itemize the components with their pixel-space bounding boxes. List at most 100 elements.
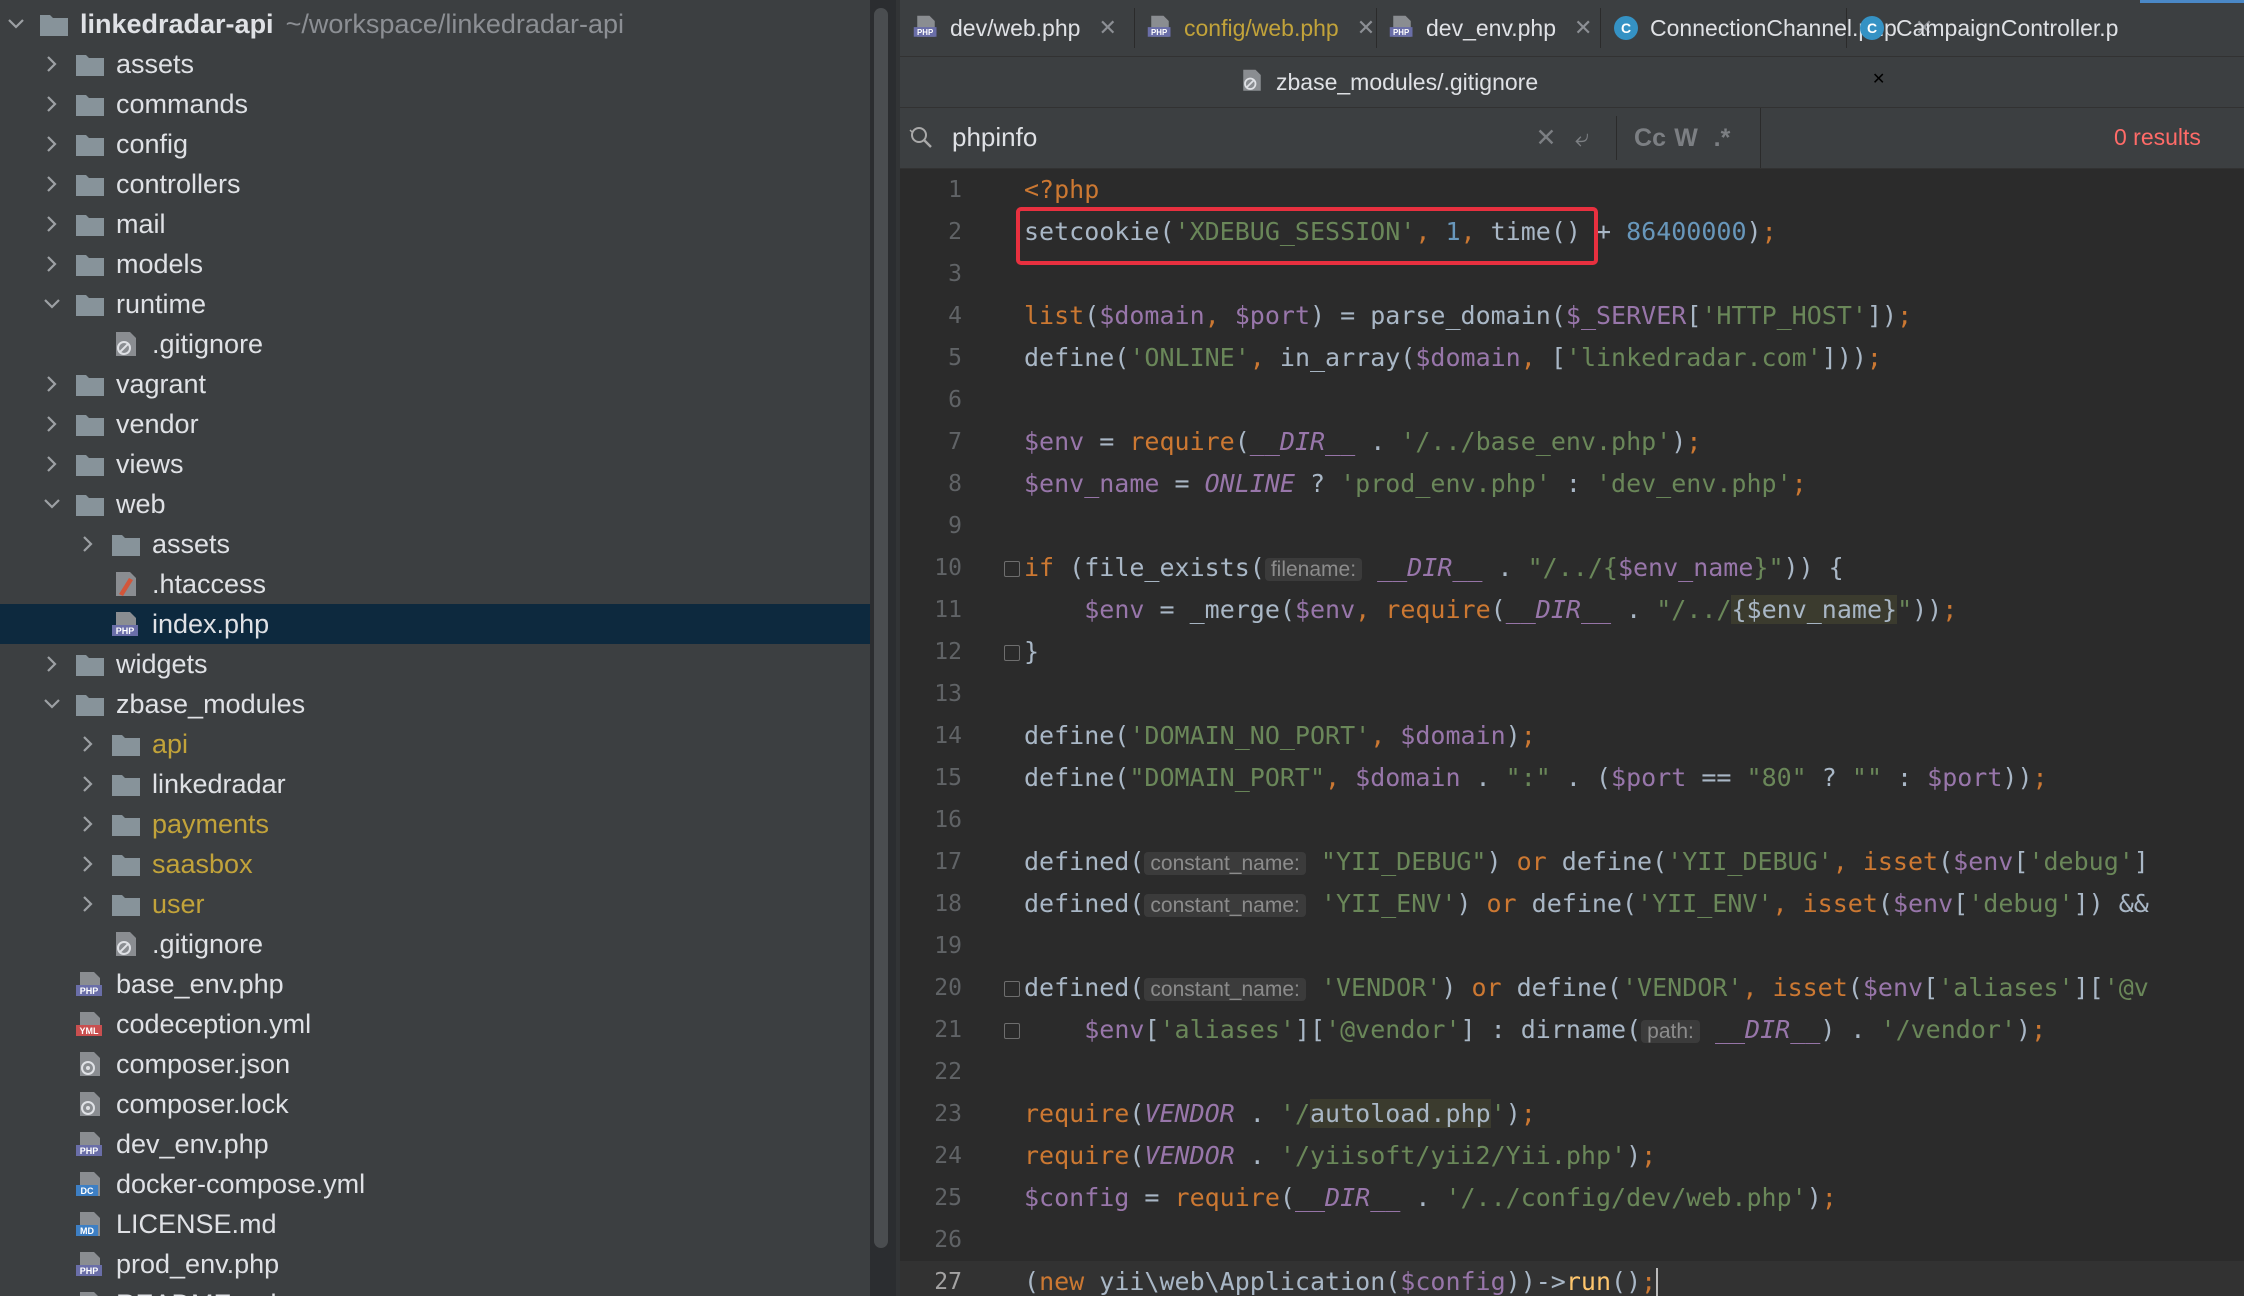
fold-marker[interactable] xyxy=(1004,561,1020,577)
tree-item-mail[interactable]: mail xyxy=(0,204,870,244)
clear-search-icon[interactable]: ✕ xyxy=(1526,118,1566,158)
code-line[interactable]: if (file_exists(filename: __DIR__ . "/..… xyxy=(1024,547,1844,589)
code-line[interactable]: require(VENDOR . '/autoload.php'); xyxy=(1024,1093,1536,1135)
code-line[interactable]: defined(constant_name: "YII_DEBUG") or d… xyxy=(1024,841,2149,883)
code-line[interactable]: define("DOMAIN_PORT", $domain . ":" . ($… xyxy=(1024,757,2048,799)
tree-item-api[interactable]: api xyxy=(0,724,870,764)
chevron-right-icon[interactable] xyxy=(76,892,100,916)
code-line[interactable]: } xyxy=(1024,631,1039,673)
tree-item-index-php[interactable]: PHP index.php xyxy=(0,604,870,644)
match-case-toggle[interactable]: Cc xyxy=(1630,118,1670,158)
chevron-down-icon[interactable] xyxy=(40,292,64,316)
tree-item-zbase-modules[interactable]: zbase_modules xyxy=(0,684,870,724)
tree-item-label: commands xyxy=(116,88,249,119)
tree-item-htaccess[interactable]: .htaccess xyxy=(0,564,870,604)
chevron-right-icon[interactable] xyxy=(40,212,64,236)
search-input[interactable]: phpinfo xyxy=(952,122,1037,153)
chevron-right-icon[interactable] xyxy=(40,132,64,156)
tree-item-runtime[interactable]: runtime xyxy=(0,284,870,324)
tree-item-commands[interactable]: commands xyxy=(0,84,870,124)
code-line[interactable]: $config = require(__DIR__ . '/../config/… xyxy=(1024,1177,1837,1219)
tree-item-user[interactable]: user xyxy=(0,884,870,924)
tree-item-prod-env-php[interactable]: PHP prod_env.php xyxy=(0,1244,870,1284)
tree-item-payments[interactable]: payments xyxy=(0,804,870,844)
code-token: $port xyxy=(1927,763,2003,792)
code-area[interactable]: 1 2 3 4 5 6 7 8 9 10 11 12 13 14 15 16 17 18 19 20 21 22 23 24 2… xyxy=(900,169,2244,1296)
active-tab-indicator xyxy=(2140,0,2244,3)
code-line[interactable]: define('DOMAIN_NO_PORT', $domain); xyxy=(1024,715,1536,757)
editor-tab-gitignore[interactable]: zbase_modules/.gitignore xyxy=(1238,57,1538,107)
tree-item-composer-json[interactable]: composer.json xyxy=(0,1044,870,1084)
code-line[interactable]: defined(constant_name: 'YII_ENV') or def… xyxy=(1024,883,2149,925)
chevron-right-icon[interactable] xyxy=(76,772,100,796)
code-line[interactable]: require(VENDOR . '/yiisoft/yii2/Yii.php'… xyxy=(1024,1135,1656,1177)
editor-tab[interactable]: PHP dev/web.php ✕ xyxy=(912,0,1117,56)
whole-words-toggle[interactable]: W xyxy=(1666,118,1706,158)
regex-toggle[interactable]: .* xyxy=(1702,118,1742,158)
code-token: ; xyxy=(1641,1267,1657,1296)
tree-item-linkedradar[interactable]: linkedradar xyxy=(0,764,870,804)
chevron-right-icon[interactable] xyxy=(40,652,64,676)
tree-item-composer-lock[interactable]: composer.lock xyxy=(0,1084,870,1124)
line-number: 7 xyxy=(948,429,962,455)
tree-item-license-md[interactable]: MD LICENSE.md xyxy=(0,1204,870,1244)
chevron-right-icon[interactable] xyxy=(76,852,100,876)
close-tab-icon[interactable]: ✕ xyxy=(1574,15,1592,41)
new-line-icon[interactable]: ⤶ xyxy=(1562,118,1602,158)
fold-marker[interactable] xyxy=(1004,981,1020,997)
chevron-down-icon[interactable] xyxy=(40,492,64,516)
tree-item-base-env-php[interactable]: PHP base_env.php xyxy=(0,964,870,1004)
close-tab-icon[interactable]: ✕ xyxy=(1357,15,1375,41)
code-line[interactable]: $env['aliases']['@vendor'] : dirname(pat… xyxy=(1024,1009,2046,1051)
tree-item-assets[interactable]: assets xyxy=(0,44,870,84)
code-token: [ xyxy=(1550,343,1566,372)
tree-item-config[interactable]: config xyxy=(0,124,870,164)
chevron-right-icon[interactable] xyxy=(40,412,64,436)
code-line[interactable]: defined(constant_name: 'VENDOR') or defi… xyxy=(1024,967,2149,1009)
chevron-right-icon[interactable] xyxy=(40,252,64,276)
chevron-right-icon[interactable] xyxy=(76,812,100,836)
editor-tab[interactable]: PHP config/web.php ✕ xyxy=(1146,0,1375,56)
code-line[interactable]: <?php xyxy=(1024,169,1099,211)
tree-item-dev-env-php[interactable]: PHP dev_env.php xyxy=(0,1124,870,1164)
line-number: 8 xyxy=(948,471,962,497)
code-line[interactable]: (new yii\web\Application($config))->run(… xyxy=(1024,1261,1659,1296)
chevron-down-icon[interactable] xyxy=(4,12,28,36)
project-tree-scrollbar[interactable] xyxy=(874,8,888,1248)
tree-item-models[interactable]: models xyxy=(0,244,870,284)
tree-item-docker-compose-yml[interactable]: DC docker-compose.yml xyxy=(0,1164,870,1204)
chevron-right-icon[interactable] xyxy=(40,372,64,396)
close-tab-icon[interactable]: ✕ xyxy=(1098,15,1116,41)
editor-tab[interactable]: C CampaignController.p xyxy=(1858,0,2118,56)
tree-item-views[interactable]: views xyxy=(0,444,870,484)
tree-item-saasbox[interactable]: saasbox xyxy=(0,844,870,884)
chevron-right-icon[interactable] xyxy=(40,92,64,116)
code-line[interactable]: $env = require(__DIR__ . '/../base_env.p… xyxy=(1024,421,1701,463)
code-line[interactable]: list($domain, $port) = parse_domain($_SE… xyxy=(1024,295,1912,337)
tree-item-widgets[interactable]: widgets xyxy=(0,644,870,684)
chevron-right-icon[interactable] xyxy=(40,52,64,76)
tree-item-assets[interactable]: assets xyxy=(0,524,870,564)
fold-marker[interactable] xyxy=(1004,645,1020,661)
close-tab-icon[interactable]: ✕ xyxy=(1872,69,1885,89)
chevron-right-icon[interactable] xyxy=(76,732,100,756)
tree-root[interactable]: linkedradar-api ~/workspace/linkedradar-a… xyxy=(0,4,870,44)
chevron-right-icon[interactable] xyxy=(40,452,64,476)
chevron-down-icon[interactable] xyxy=(40,692,64,716)
tree-item-codeception-yml[interactable]: YML codeception.yml xyxy=(0,1004,870,1044)
tree-item-gitignore[interactable]: .gitignore xyxy=(0,324,870,364)
tree-item-web[interactable]: web xyxy=(0,484,870,524)
tree-item-gitignore[interactable]: .gitignore xyxy=(0,924,870,964)
code-line[interactable]: define('ONLINE', in_array($domain, ['lin… xyxy=(1024,337,1882,379)
code-line[interactable]: $env_name = ONLINE ? 'prod_env.php' : 'd… xyxy=(1024,463,1807,505)
tree-item-vagrant[interactable]: vagrant xyxy=(0,364,870,404)
tree-item-controllers[interactable]: controllers xyxy=(0,164,870,204)
tree-item-vendor[interactable]: vendor xyxy=(0,404,870,444)
tree-item-readme-md[interactable]: MD README.md xyxy=(0,1284,870,1296)
chevron-right-icon[interactable] xyxy=(40,172,64,196)
fold-marker[interactable] xyxy=(1004,1023,1020,1039)
chevron-right-icon[interactable] xyxy=(76,532,100,556)
code-token: = xyxy=(1159,469,1205,498)
code-line[interactable]: $env = _merge($env, require(__DIR__ . "/… xyxy=(1024,589,1957,631)
editor-tab[interactable]: PHP dev_env.php ✕ xyxy=(1388,0,1592,56)
